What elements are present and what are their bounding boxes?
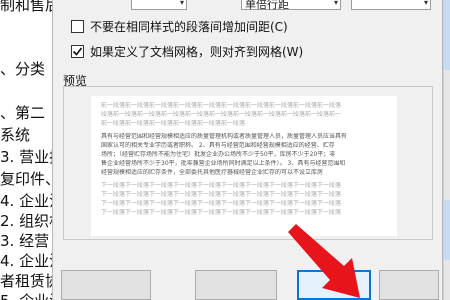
preview-body-text: 国家认可的相关专业学历或者职称。 2、具有与经营范围和经营规模相适应的经营、贮存 (101, 142, 335, 149)
preview-body-text: 具有与经营范围和经营规模相适应的质量管理机构或者质量管理人员，质量管理人员应当具… (101, 133, 348, 140)
no-space-same-style-label: 不要在相同样式的段落间增加间距(C) (90, 19, 288, 34)
spacing-row: ▾ 单倍行距 ▾ ▾ (53, 0, 442, 12)
spinner-icon[interactable]: ▾ (180, 0, 184, 7)
doc-line: 3. 经营 (0, 232, 50, 250)
line-spacing-select[interactable]: 单倍行距 ▾ (241, 0, 341, 11)
preview-next-paragraph: 下一段落下一段落下一段落下一段落下一段落下一段落下一段落下一段落下一段落下一段落 (101, 191, 342, 198)
document-scrollbar[interactable] (443, 0, 450, 300)
preview-next-paragraph: 下一段落下一段落下一段落下一段落下一段落下一段落下一段落下一段落下一段落下一段落 (101, 182, 342, 189)
preview-body-text: 售企业经营场所不少于30平，批零兼营企业场所同时满足以上条件）。 3、具有与经营… (101, 160, 346, 167)
checkmark-icon (72, 47, 83, 56)
preview-body-text: 场所；（经营贮存场所不能为住宅）批发企业办公场所不少于50平，库房不少于20平；… (101, 151, 336, 158)
preview-prev-paragraph: 段落前一段落前一段落前一段落前一段落前一段落前一段落前一段落前一段落前一段落前一 (101, 111, 342, 118)
doc-line: 者租赁协 (0, 272, 61, 290)
line-spacing-value-field[interactable]: ▾ (351, 0, 431, 10)
dialog-button-row (53, 264, 442, 300)
no-space-same-style-option[interactable]: 不要在相同样式的段落间增加间距(C) (71, 17, 288, 35)
no-space-same-style-checkbox[interactable] (71, 19, 84, 33)
line-spacing-value: 单倍行距 (245, 0, 289, 11)
doc-line: 制和售后 (0, 0, 61, 14)
preview-prev-paragraph: 前一段落前一段落前一段落前一段落前一段落前一段落前一段落前一段落前一段落前一段落 (101, 102, 342, 109)
red-arrow-icon (288, 224, 360, 298)
snap-to-grid-label: 如果定义了文档网格，则对齐到网格(W) (90, 44, 304, 59)
snap-to-grid-option[interactable]: 如果定义了文档网格，则对齐到网格(W) (71, 42, 303, 60)
preview-page: 前一段落前一段落前一段落前一段落前一段落前一段落前一段落前一段落前一段落前一段落… (91, 96, 397, 236)
preview-body-text: 经营规模相适应的贮存条件，全部委托其他医疗器械经营企业贮存的可以不设立库房 (101, 169, 324, 176)
preview-next-paragraph: 下一段落下一段落下一段落下一段落下一段落下一段落下一段落下一段落下一段落下一段落 (101, 209, 342, 216)
snap-to-grid-checkbox[interactable] (71, 44, 84, 58)
set-as-default-button[interactable] (195, 270, 277, 300)
background-document: 制和售后 、分类 、第二 系统 3. 营业执 复印件、 4. 企业法 2. 组织… (0, 0, 64, 300)
doc-line: 系统 (0, 126, 31, 144)
chevron-down-icon[interactable]: ▾ (334, 0, 338, 7)
cancel-button[interactable] (379, 270, 439, 300)
doc-line: 、分类 (0, 60, 46, 78)
preview-prev-paragraph: 前一段落前一段落前一段落前一段落前一段落前一段落 (101, 120, 246, 127)
spinner-icon[interactable]: ▾ (424, 0, 428, 7)
doc-line: 复印件、 (0, 170, 61, 188)
paragraph-dialog: ▾ 单倍行距 ▾ ▾ 不要在相同样式的段落间增加间距(C) 如果定义了文档网格，… (52, 0, 443, 300)
preview-next-paragraph: 下一段落下一段落下一段落下一段落下一段落下一段落下一段落下一段落下一段落下一段落 (101, 200, 342, 207)
tabs-button[interactable] (61, 270, 151, 300)
doc-line: 、第二 (0, 104, 46, 122)
spacing-after-field[interactable]: ▾ (131, 0, 187, 10)
